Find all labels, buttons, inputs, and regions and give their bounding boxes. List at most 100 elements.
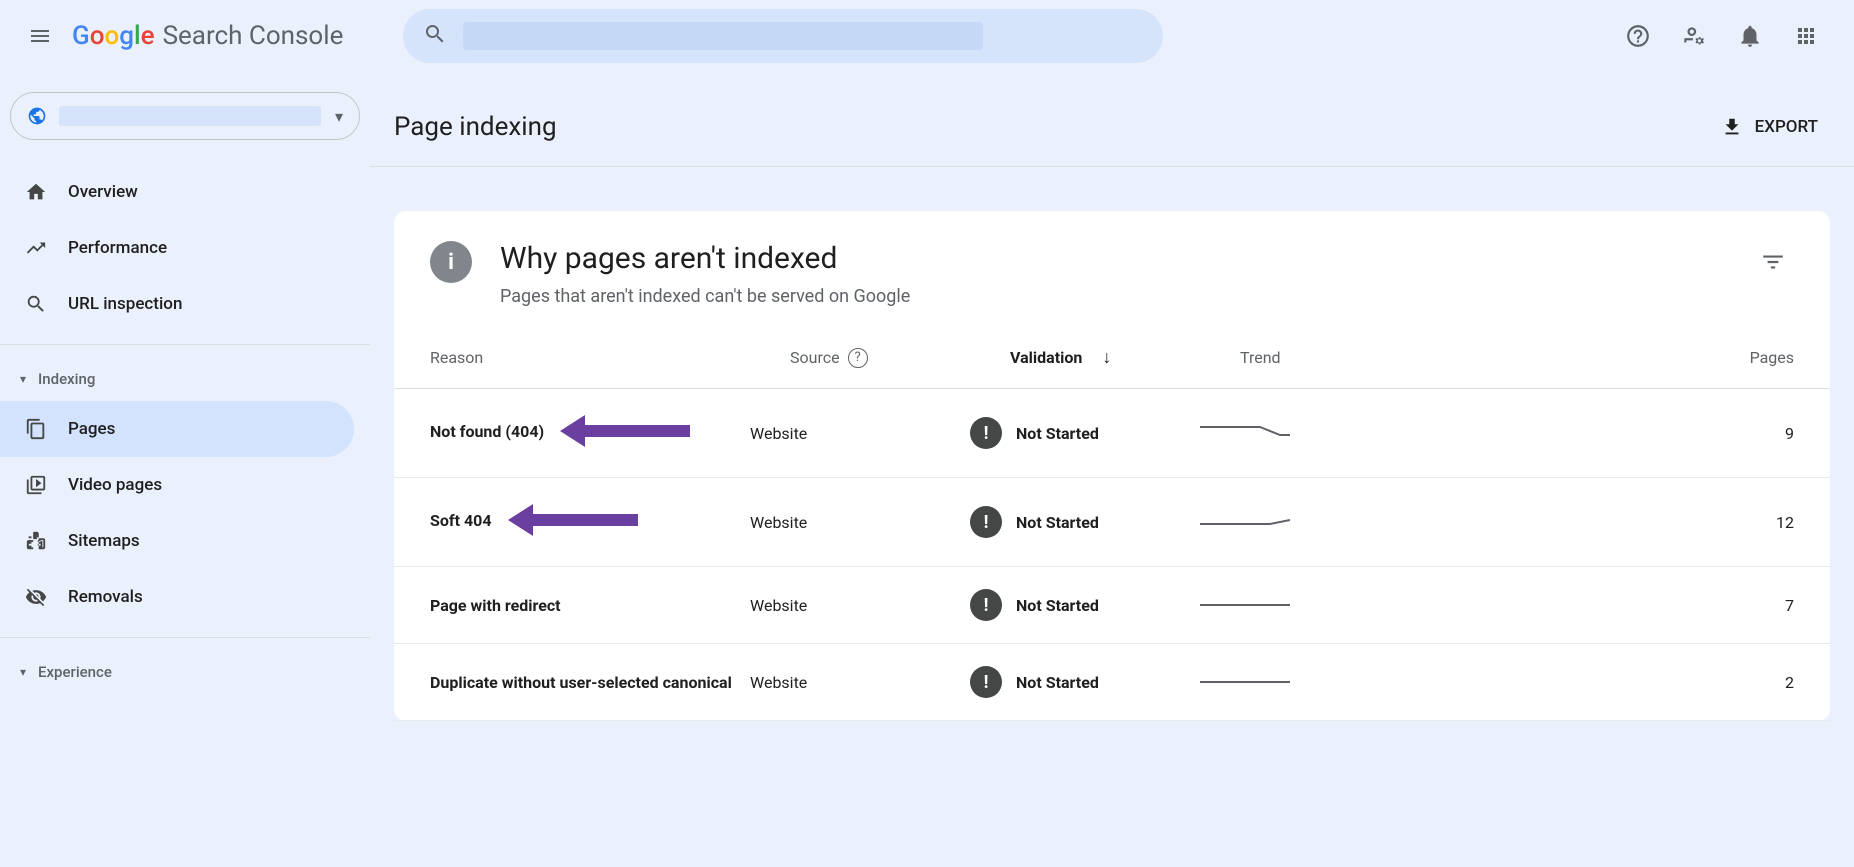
product-name: Search Console [163, 21, 344, 51]
trend-icon [24, 237, 48, 259]
card-subtitle: Pages that aren't indexed can't be serve… [500, 286, 1752, 307]
table-row[interactable]: Soft 404 Website ! Not Started 12 [394, 478, 1830, 567]
column-trend[interactable]: Trend [1240, 348, 1410, 367]
page-header: Page indexing EXPORT [370, 72, 1854, 167]
help-icon[interactable]: ? [848, 348, 868, 368]
table-row[interactable]: Duplicate without user-selected canonica… [394, 644, 1830, 721]
source-label: Website [750, 424, 970, 443]
sidebar-item-url-inspection[interactable]: URL inspection [0, 276, 354, 332]
sidebar-item-label: Sitemaps [68, 531, 140, 551]
sidebar-item-label: Performance [68, 238, 167, 258]
main-content: Page indexing EXPORT i Why pages aren't … [370, 72, 1854, 867]
source-label: Website [750, 596, 970, 615]
app-header: Google Search Console [0, 0, 1854, 72]
sidebar-item-label: Overview [68, 182, 138, 202]
table-row[interactable]: Not found (404) Website ! Not Started 9 [394, 389, 1830, 478]
alert-icon: ! [970, 666, 1002, 698]
validation-status: ! Not Started [970, 589, 1200, 621]
sidebar-item-label: Pages [68, 419, 115, 439]
users-settings-button[interactable] [1670, 12, 1718, 60]
home-icon [24, 181, 48, 203]
source-label: Website [750, 673, 970, 692]
globe-icon [27, 106, 47, 126]
dropdown-icon: ▾ [335, 107, 343, 126]
header-actions [1614, 12, 1830, 60]
sidebar-item-label: Removals [68, 587, 143, 607]
source-label: Website [750, 513, 970, 532]
search-icon [24, 293, 48, 315]
person-gear-icon [1681, 23, 1707, 49]
alert-icon: ! [970, 589, 1002, 621]
download-icon [1721, 116, 1743, 138]
sidebar-item-overview[interactable]: Overview [0, 164, 354, 220]
search-icon [423, 22, 447, 50]
page-title: Page indexing [394, 112, 557, 142]
property-name-redacted [59, 106, 321, 126]
sitemap-icon [24, 530, 48, 552]
annotation-arrow [508, 500, 638, 544]
table-header: Reason Source ? Validation ↓ Trend Pages [394, 327, 1830, 389]
filter-icon [1760, 249, 1786, 275]
alert-icon: ! [970, 417, 1002, 449]
reason-label: Page with redirect [430, 596, 750, 615]
reasons-table: Reason Source ? Validation ↓ Trend Pages [394, 327, 1830, 721]
card-header: i Why pages aren't indexed Pages that ar… [394, 211, 1830, 327]
validation-status: ! Not Started [970, 417, 1200, 449]
chevron-down-icon: ▾ [20, 665, 26, 679]
apps-button[interactable] [1782, 12, 1830, 60]
trend-sparkline [1200, 593, 1370, 617]
sidebar-item-video-pages[interactable]: Video pages [0, 457, 354, 513]
indexing-reasons-card: i Why pages aren't indexed Pages that ar… [394, 211, 1830, 721]
validation-status: ! Not Started [970, 506, 1200, 538]
google-logo: Google [72, 21, 155, 51]
logo[interactable]: Google Search Console [72, 21, 343, 51]
pages-icon [24, 418, 48, 440]
pages-count: 7 [1370, 596, 1794, 615]
search-bar[interactable] [403, 9, 1163, 63]
reason-label: Not found (404) [430, 422, 544, 441]
export-label: EXPORT [1755, 117, 1818, 137]
info-icon: i [430, 241, 472, 283]
column-validation[interactable]: Validation ↓ [1010, 347, 1240, 368]
sidebar-item-removals[interactable]: Removals [0, 569, 354, 625]
sidebar-item-performance[interactable]: Performance [0, 220, 354, 276]
reason-label: Soft 404 [430, 511, 492, 530]
sort-arrow-icon: ↓ [1102, 347, 1111, 368]
column-pages[interactable]: Pages [1410, 348, 1794, 367]
sidebar-item-label: Video pages [68, 475, 162, 495]
annotation-arrow [560, 411, 690, 455]
help-icon [1625, 23, 1651, 49]
column-reason[interactable]: Reason [430, 348, 790, 367]
video-icon [24, 474, 48, 496]
bell-icon [1737, 23, 1763, 49]
hamburger-menu-button[interactable] [16, 12, 64, 60]
reason-label: Duplicate without user-selected canonica… [430, 673, 750, 692]
apps-grid-icon [1794, 24, 1818, 48]
help-button[interactable] [1614, 12, 1662, 60]
sidebar-item-label: URL inspection [68, 294, 182, 314]
table-row[interactable]: Page with redirect Website ! Not Started… [394, 567, 1830, 644]
search-input-redacted[interactable] [463, 22, 983, 50]
filter-button[interactable] [1752, 241, 1794, 287]
trend-sparkline [1200, 421, 1370, 445]
section-header-experience[interactable]: ▾ Experience [0, 650, 370, 694]
sidebar-item-sitemaps[interactable]: Sitemaps [0, 513, 354, 569]
validation-status: ! Not Started [970, 666, 1200, 698]
property-selector[interactable]: ▾ [10, 92, 360, 140]
section-header-indexing[interactable]: ▾ Indexing [0, 357, 370, 401]
notifications-button[interactable] [1726, 12, 1774, 60]
column-source[interactable]: Source ? [790, 348, 1010, 368]
pages-count: 2 [1370, 673, 1794, 692]
chevron-down-icon: ▾ [20, 372, 26, 386]
sidebar-item-pages[interactable]: Pages [0, 401, 354, 457]
menu-icon [28, 24, 52, 48]
trend-sparkline [1200, 510, 1370, 534]
section-label: Experience [38, 663, 112, 681]
alert-icon: ! [970, 506, 1002, 538]
pages-count: 9 [1370, 424, 1794, 443]
visibility-off-icon [24, 586, 48, 608]
card-title: Why pages aren't indexed [500, 241, 1752, 276]
trend-sparkline [1200, 670, 1370, 694]
section-label: Indexing [38, 370, 95, 388]
export-button[interactable]: EXPORT [1721, 116, 1818, 138]
